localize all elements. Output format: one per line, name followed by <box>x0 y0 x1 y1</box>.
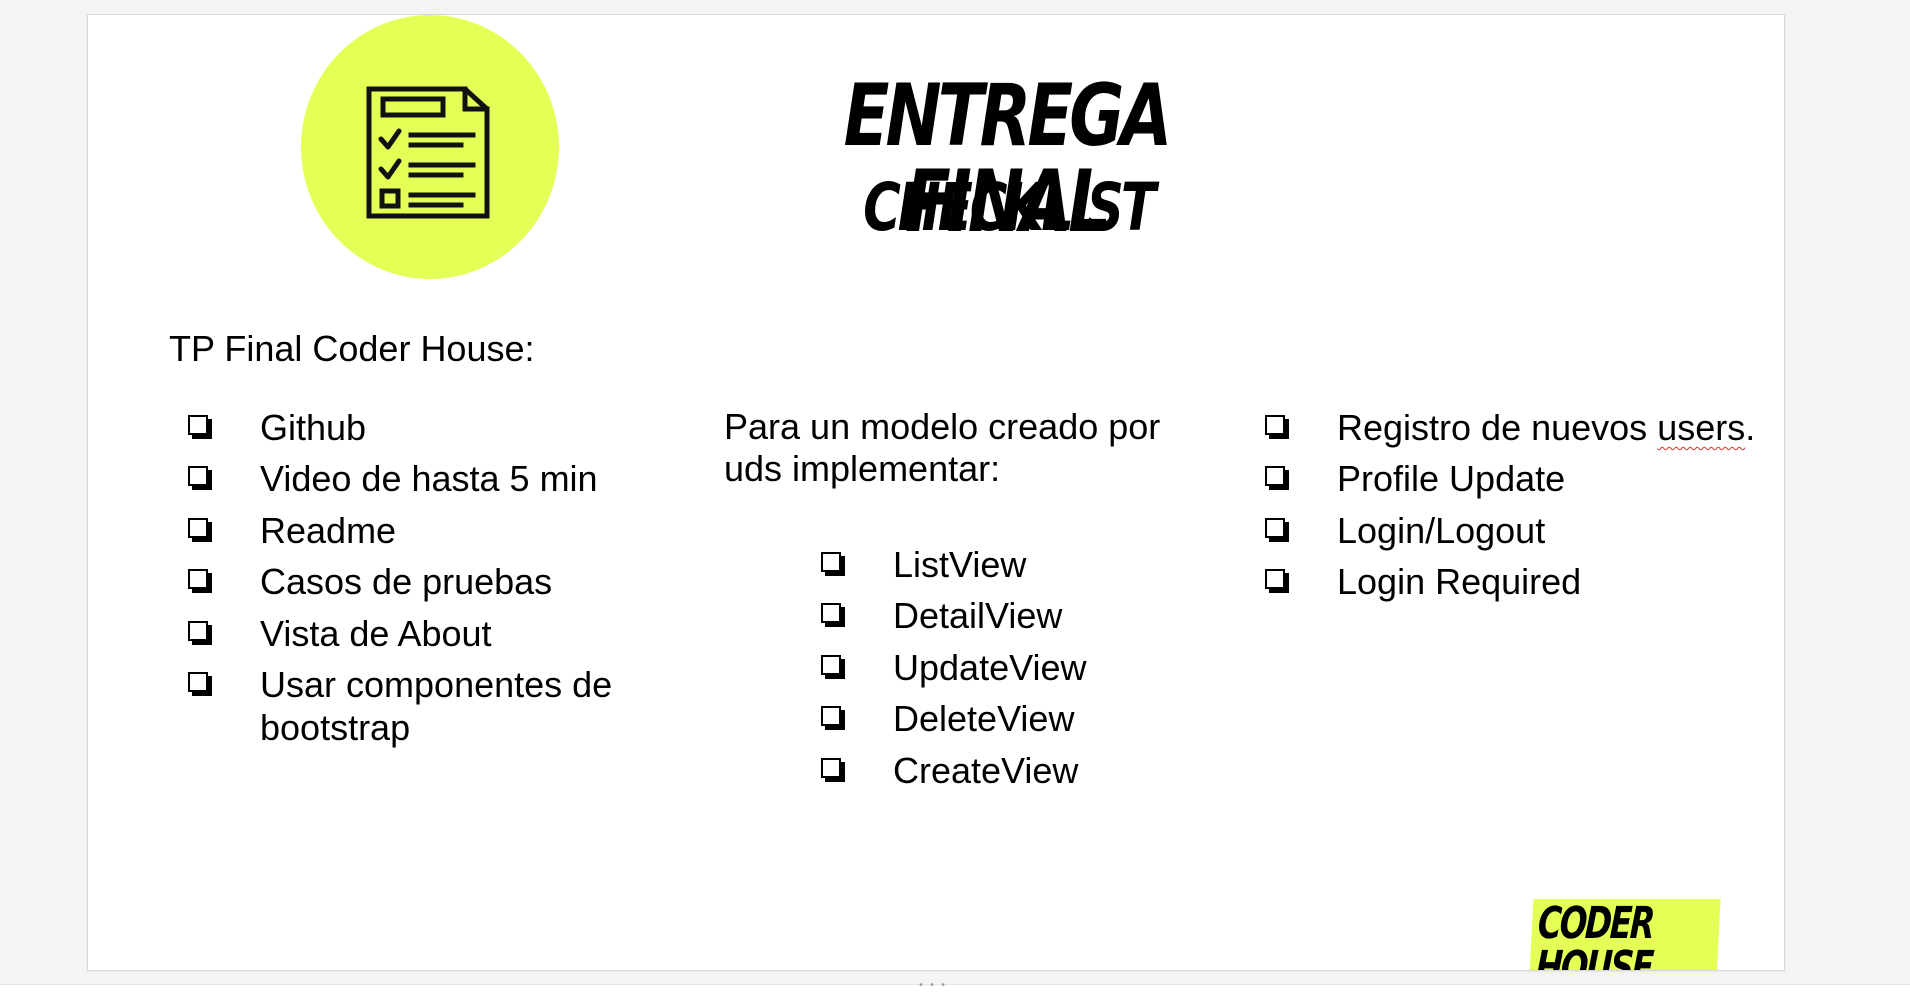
square-checkbox-icon <box>821 603 841 624</box>
square-checkbox-icon <box>821 654 841 675</box>
square-checkbox-icon <box>821 757 841 778</box>
square-checkbox-icon <box>1265 415 1285 435</box>
list-item: DetailView <box>821 595 1161 637</box>
square-checkbox-icon <box>1265 466 1285 487</box>
square-checkbox-icon <box>188 415 208 435</box>
list-item: Video de hasta 5 min <box>188 458 658 500</box>
checklist-right: Registro de nuevos users. Profile Update… <box>1265 407 1784 613</box>
checklist-middle: ListView DetailView UpdateView DeleteVie… <box>821 544 1161 801</box>
list-item: CreateView <box>821 750 1161 792</box>
list-item: Github <box>188 407 658 449</box>
resize-handle-icon[interactable]: • • • <box>918 980 947 991</box>
list-item: Vista de About <box>188 613 658 655</box>
list-item: Login Required <box>1265 561 1784 603</box>
middle-paragraph: Para un modelo creado por uds implementa… <box>724 406 1161 490</box>
intro-text: TP Final Coder House: <box>169 328 535 369</box>
square-checkbox-icon <box>188 517 208 538</box>
list-item: Usar componentes de bootstrap <box>188 664 658 749</box>
square-checkbox-icon <box>188 569 208 590</box>
list-item: Profile Update <box>1265 458 1784 500</box>
square-checkbox-icon <box>188 466 208 487</box>
square-checkbox-icon <box>188 672 208 693</box>
list-item: Registro de nuevos users. <box>1265 407 1784 449</box>
list-item: UpdateView <box>821 647 1161 689</box>
slide-canvas[interactable]: ENTREGA FINAL CHECKLIST TP Final Coder H… <box>87 14 1785 971</box>
list-item: Login/Logout <box>1265 510 1784 552</box>
square-checkbox-icon <box>188 620 208 641</box>
square-checkbox-icon <box>821 552 841 572</box>
list-item: ListView <box>821 544 1161 586</box>
square-checkbox-icon <box>821 706 841 727</box>
list-item: DeleteView <box>821 698 1161 740</box>
checklist-document-icon <box>366 86 490 219</box>
checklist-left: Github Video de hasta 5 min Readme Casos… <box>188 407 658 758</box>
slide-subtitle: CHECKLIST <box>863 169 1156 246</box>
spellcheck-word[interactable]: users <box>1657 407 1745 448</box>
checklist-logo <box>301 15 559 279</box>
brand-logo: CODER HOUSE <box>1528 898 1721 970</box>
square-checkbox-icon <box>1265 517 1285 538</box>
square-checkbox-icon <box>1265 569 1285 590</box>
editor-bottom-bar <box>0 984 1910 1001</box>
list-item: Readme <box>188 510 658 552</box>
list-item: Casos de pruebas <box>188 561 658 603</box>
